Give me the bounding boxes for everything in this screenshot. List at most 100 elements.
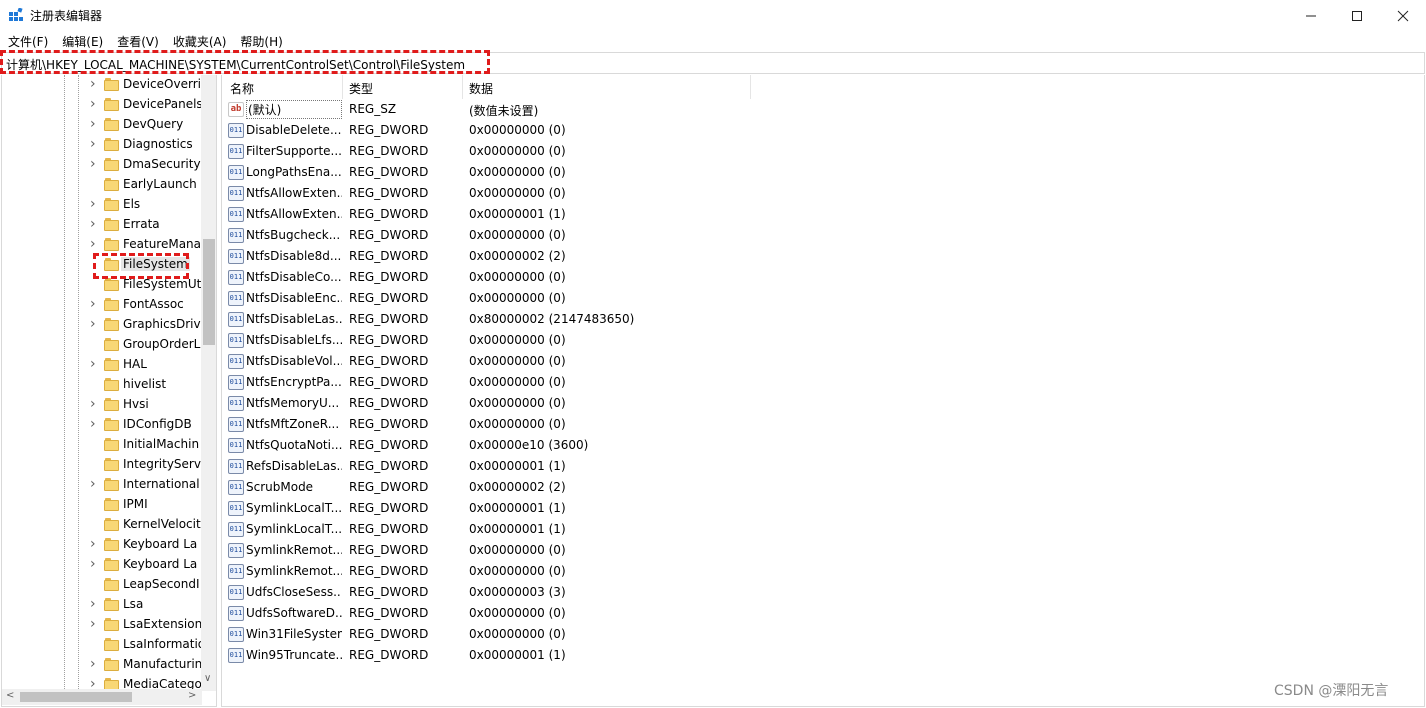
chevron-right-icon[interactable]: › bbox=[90, 417, 100, 431]
list-row[interactable]: 011 SymlinkRemot... REG_DWORD 0x00000000 (0… bbox=[222, 540, 1424, 561]
list-row[interactable]: 011 NtfsDisableCo... REG_DWORD 0x00000000 (… bbox=[222, 267, 1424, 288]
column-separator[interactable] bbox=[342, 75, 343, 99]
list-row[interactable]: 011 NtfsDisable8d... REG_DWORD 0x00000002 (… bbox=[222, 246, 1424, 267]
chevron-right-icon[interactable]: › bbox=[90, 397, 100, 411]
list-row[interactable]: 011 NtfsMemoryU... REG_DWORD 0x00000000 (0) bbox=[222, 393, 1424, 414]
column-separator[interactable] bbox=[750, 75, 751, 99]
tree-item[interactable]: › LsaExtension bbox=[2, 615, 202, 635]
chevron-right-icon[interactable]: › bbox=[90, 297, 100, 311]
tree-item[interactable]: › Els bbox=[2, 195, 202, 215]
tree-item[interactable]: › Keyboard La bbox=[2, 555, 202, 575]
tree-item[interactable]: › Diagnostics bbox=[2, 135, 202, 155]
list-row[interactable]: ab (默认) REG_SZ (数值未设置) bbox=[222, 99, 1424, 120]
tree-item[interactable]: InitialMachin bbox=[2, 435, 202, 455]
menu-edit[interactable]: 编辑(E) bbox=[62, 31, 103, 51]
tree-item[interactable]: › Lsa bbox=[2, 595, 202, 615]
list-row[interactable]: 011 DisableDelete... REG_DWORD 0x00000000 (… bbox=[222, 120, 1424, 141]
folder-icon bbox=[104, 418, 119, 431]
column-separator[interactable] bbox=[462, 75, 463, 99]
chevron-right-icon[interactable]: › bbox=[90, 657, 100, 671]
list-row[interactable]: 011 NtfsAllowExten... REG_DWORD 0x00000001 … bbox=[222, 204, 1424, 225]
column-header-name[interactable]: 名称 bbox=[230, 80, 254, 97]
tree-item[interactable]: hivelist bbox=[2, 375, 202, 395]
tree-horizontal-scrollbar[interactable]: < > bbox=[2, 689, 202, 705]
value-name: NtfsEncryptPa... bbox=[246, 375, 342, 389]
tree-item[interactable]: › Hvsi bbox=[2, 395, 202, 415]
tree-item[interactable]: › Errata bbox=[2, 215, 202, 235]
tree-item[interactable]: LsaInformatio bbox=[2, 635, 205, 655]
chevron-right-icon[interactable]: › bbox=[90, 357, 100, 371]
list-row[interactable]: 011 SymlinkLocalT... REG_DWORD 0x00000001 (… bbox=[222, 519, 1424, 540]
tree-item[interactable]: › International bbox=[2, 475, 202, 495]
scroll-left-icon[interactable]: < bbox=[6, 690, 14, 701]
chevron-right-icon[interactable]: › bbox=[90, 97, 100, 111]
list-row[interactable]: 011 NtfsDisableLas... REG_DWORD 0x80000002 … bbox=[222, 309, 1424, 330]
chevron-right-icon[interactable]: › bbox=[90, 157, 100, 171]
list-row[interactable]: 011 FilterSupporte... REG_DWORD 0x00000000 … bbox=[222, 141, 1424, 162]
list-row[interactable]: 011 NtfsMftZoneR... REG_DWORD 0x00000000 (0… bbox=[222, 414, 1424, 435]
chevron-right-icon[interactable]: › bbox=[90, 477, 100, 491]
tree-item[interactable]: › DeviceOverri bbox=[2, 75, 202, 95]
scroll-right-icon[interactable]: > bbox=[188, 690, 196, 701]
tree-item[interactable]: › GraphicsDriv bbox=[2, 315, 202, 335]
tree-item[interactable]: KernelVelocit bbox=[2, 515, 202, 535]
chevron-right-icon[interactable]: › bbox=[90, 557, 100, 571]
tree-item[interactable]: › DevQuery bbox=[2, 115, 202, 135]
menu-favorites[interactable]: 收藏夹(A) bbox=[173, 31, 227, 51]
key-tree-pane[interactable]: › DeviceOverri › DevicePanels › DevQuery › Diag… bbox=[1, 75, 217, 707]
list-row[interactable]: 011 NtfsQuotaNoti... REG_DWORD 0x00000e10 (… bbox=[222, 435, 1424, 456]
menu-file[interactable]: 文件(F) bbox=[8, 31, 48, 51]
list-row[interactable]: 011 SymlinkLocalT... REG_DWORD 0x00000001 (… bbox=[222, 498, 1424, 519]
menu-view[interactable]: 查看(V) bbox=[117, 31, 159, 51]
list-row[interactable]: 011 NtfsDisableLfs... REG_DWORD 0x00000000 … bbox=[222, 330, 1424, 351]
column-header-type[interactable]: 类型 bbox=[349, 80, 373, 97]
tree-item[interactable]: IPMI bbox=[2, 495, 202, 515]
list-row[interactable]: 011 UdfsSoftwareD... REG_DWORD 0x00000000 (… bbox=[222, 603, 1424, 624]
minimize-button[interactable] bbox=[1288, 0, 1334, 31]
chevron-right-icon[interactable]: › bbox=[90, 597, 100, 611]
values-list-pane[interactable]: 名称 类型 数据 ab (默认) REG_SZ (数值未设置) 011 DisableDe… bbox=[221, 75, 1425, 707]
list-row[interactable]: 011 RefsDisableLas... REG_DWORD 0x00000001 … bbox=[222, 456, 1424, 477]
list-row[interactable]: 011 NtfsBugcheck... REG_DWORD 0x00000000 (0… bbox=[222, 225, 1424, 246]
list-row[interactable]: 011 Win95Truncate... REG_DWORD 0x00000001 (… bbox=[222, 645, 1424, 666]
tree-item[interactable]: EarlyLaunch bbox=[2, 175, 202, 195]
list-row[interactable]: 011 SymlinkRemot... REG_DWORD 0x00000000 (0… bbox=[222, 561, 1424, 582]
tree-vertical-scroll-thumb[interactable] bbox=[203, 239, 215, 345]
folder-icon bbox=[104, 438, 119, 451]
tree-item[interactable]: › Keyboard La bbox=[2, 535, 202, 555]
tree-item[interactable]: › FeatureMana bbox=[2, 235, 202, 255]
chevron-right-icon[interactable]: › bbox=[90, 197, 100, 211]
list-row[interactable]: 011 ScrubMode REG_DWORD 0x00000002 (2) bbox=[222, 477, 1424, 498]
list-row[interactable]: 011 UdfsCloseSess... REG_DWORD 0x00000003 (… bbox=[222, 582, 1424, 603]
column-header-data[interactable]: 数据 bbox=[469, 80, 493, 97]
chevron-right-icon[interactable]: › bbox=[90, 237, 100, 251]
tree-item[interactable]: › IDConfigDB bbox=[2, 415, 202, 435]
tree-item[interactable]: › HAL bbox=[2, 355, 202, 375]
tree-item[interactable]: IntegrityServi bbox=[2, 455, 204, 475]
chevron-right-icon[interactable]: › bbox=[90, 117, 100, 131]
maximize-button[interactable] bbox=[1334, 0, 1380, 31]
tree-item[interactable]: LeapSecondI bbox=[2, 575, 202, 595]
close-button[interactable] bbox=[1380, 0, 1426, 31]
chevron-right-icon[interactable]: › bbox=[90, 617, 100, 631]
chevron-right-icon[interactable]: › bbox=[90, 77, 100, 91]
list-row[interactable]: 011 NtfsAllowExten... REG_DWORD 0x00000000 … bbox=[222, 183, 1424, 204]
tree-item[interactable]: › DevicePanels bbox=[2, 95, 203, 115]
menu-help[interactable]: 帮助(H) bbox=[240, 31, 282, 51]
list-row[interactable]: 011 NtfsEncryptPa... REG_DWORD 0x00000000 (… bbox=[222, 372, 1424, 393]
chevron-right-icon[interactable]: › bbox=[90, 317, 100, 331]
list-row[interactable]: 011 NtfsDisableVol... REG_DWORD 0x00000000 … bbox=[222, 351, 1424, 372]
tree-item[interactable]: GroupOrderL bbox=[2, 335, 202, 355]
chevron-right-icon[interactable]: › bbox=[90, 217, 100, 231]
list-row[interactable]: 011 Win31FileSystem REG_DWORD 0x00000000 (0… bbox=[222, 624, 1424, 645]
list-row[interactable]: 011 NtfsDisableEnc... REG_DWORD 0x00000000 … bbox=[222, 288, 1424, 309]
chevron-right-icon[interactable]: › bbox=[90, 537, 100, 551]
tree-horizontal-scroll-thumb[interactable] bbox=[20, 692, 132, 702]
tree-item[interactable]: › Manufacturin bbox=[2, 655, 202, 675]
tree-vertical-scrollbar[interactable]: ∨ bbox=[201, 75, 216, 691]
scroll-down-icon[interactable]: ∨ bbox=[204, 673, 211, 684]
chevron-right-icon[interactable]: › bbox=[90, 137, 100, 151]
tree-item[interactable]: › FontAssoc bbox=[2, 295, 202, 315]
tree-item[interactable]: › DmaSecurity bbox=[2, 155, 202, 175]
list-row[interactable]: 011 LongPathsEna... REG_DWORD 0x00000000 (0… bbox=[222, 162, 1424, 183]
